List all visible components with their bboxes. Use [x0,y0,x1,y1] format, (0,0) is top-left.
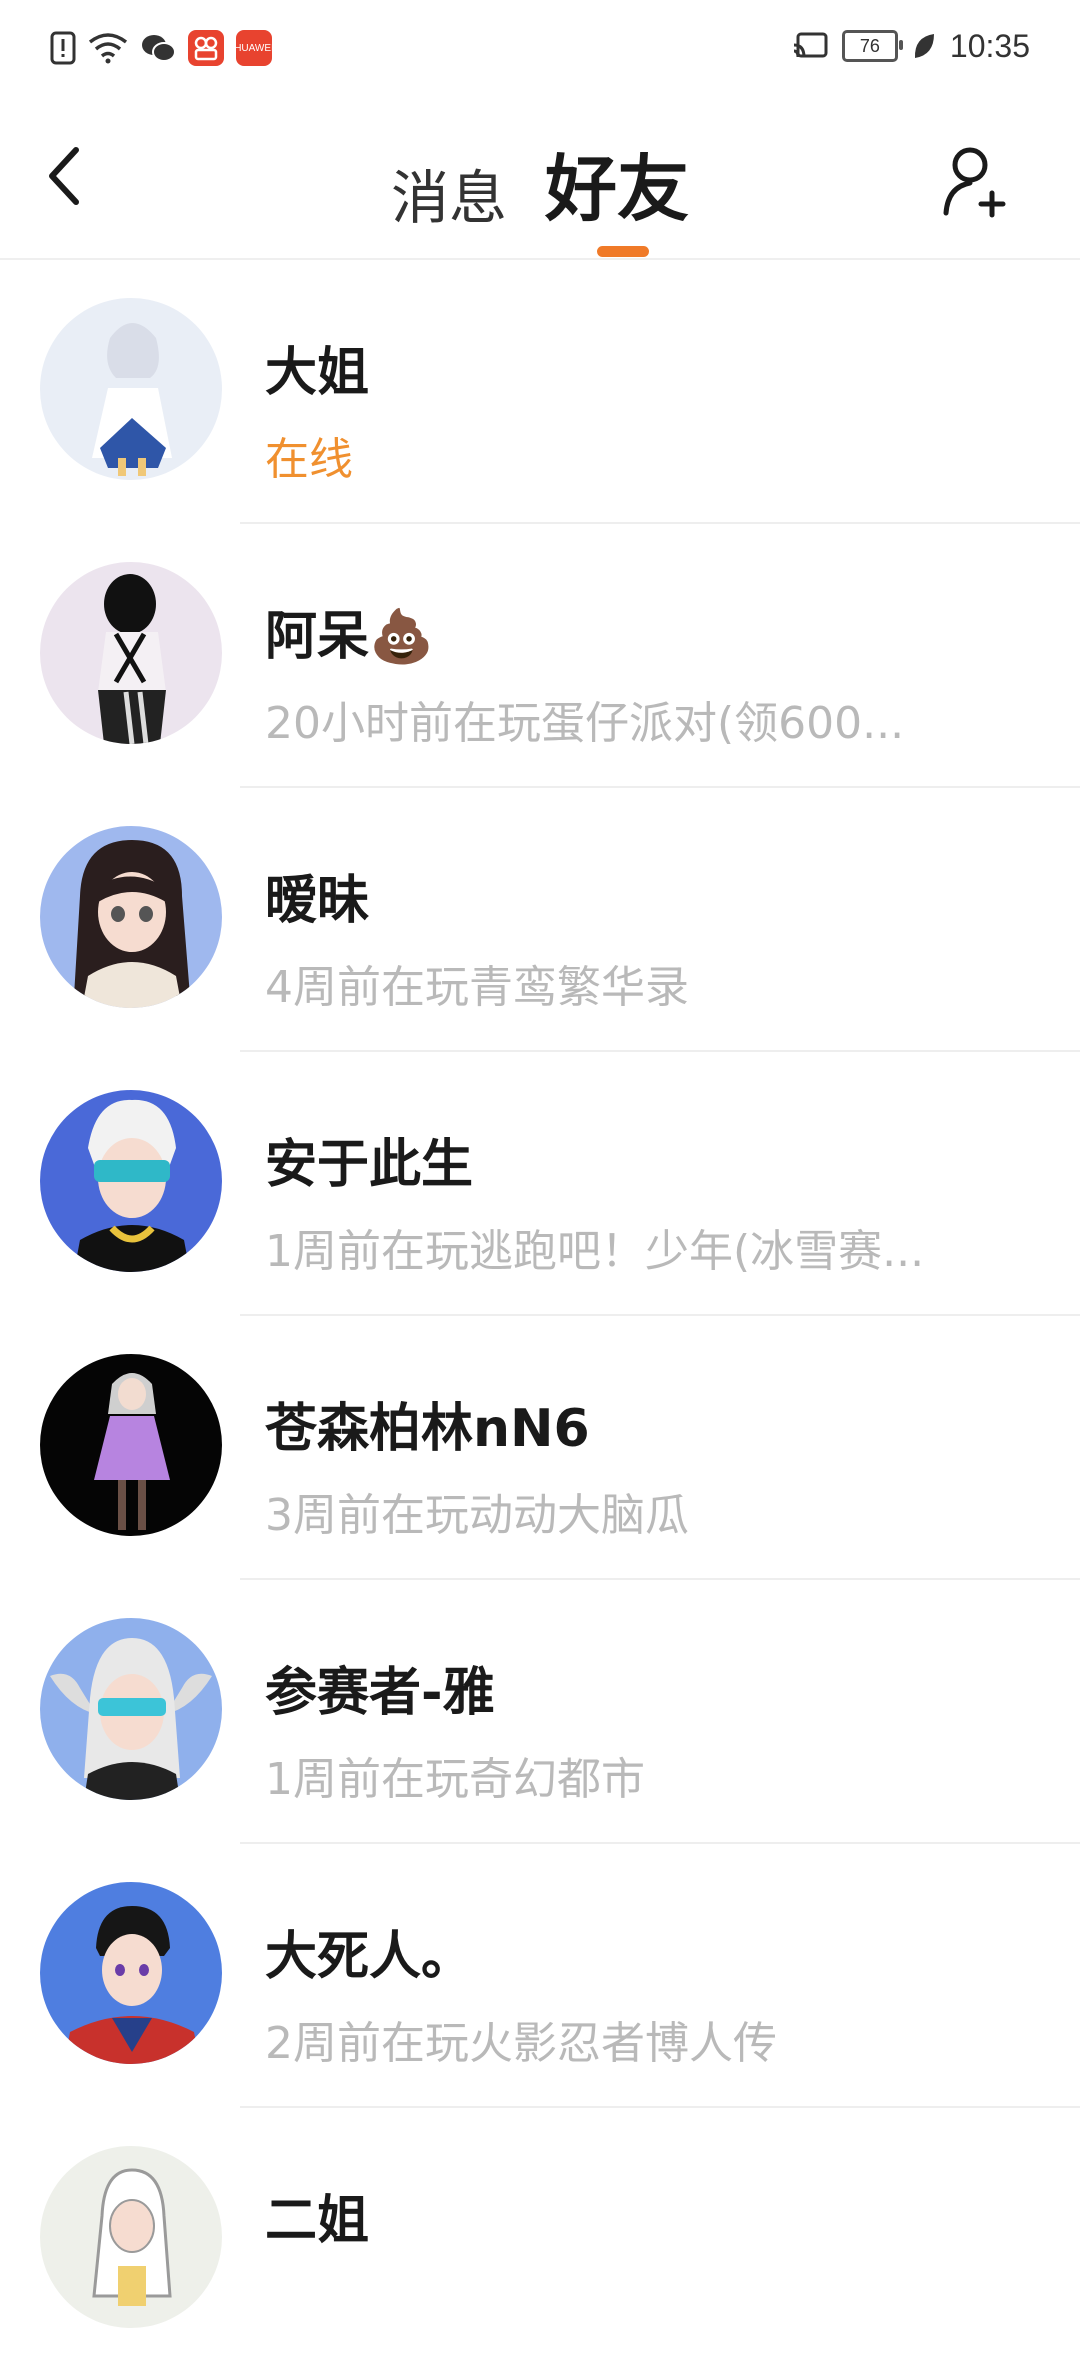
avatar[interactable] [40,2146,222,2328]
battery-icon: 76 [841,30,903,62]
alert-icon [50,28,76,68]
leaf-icon [912,26,936,66]
friend-name: 阿呆💩 [265,607,434,667]
friend-status: 1周前在玩奇幻都市 [265,1754,645,1805]
friend-list-item[interactable]: 暧昧 4周前在玩青鸾繁华录 [0,788,1080,1052]
friend-status: 1周前在玩逃跑吧！少年(冰雪赛... [265,1226,925,1277]
friend-list-item[interactable]: 苍森柏林nN6 3周前在玩动动大脑瓜 [0,1316,1080,1580]
friend-name: 大死人。 [265,1927,474,1987]
top-nav-bar: 消息 好友 [0,96,1080,260]
avatar[interactable] [40,1618,222,1800]
huawei-icon: HUAWEI [234,30,274,66]
app-icon [188,30,224,66]
tab-messages[interactable]: 消息 [387,151,511,235]
friend-list-item[interactable]: 大死人。 2周前在玩火影忍者博人传 [0,1844,1080,2108]
active-tab-indicator [597,246,649,257]
friend-list: 大姐 在线 阿呆💩 20小时前在玩蛋仔派对(领600... 暧昧 4周前在玩青鸾… [0,260,1080,2372]
friend-name: 苍森柏林nN6 [265,1399,590,1459]
avatar[interactable] [40,1090,222,1272]
friend-name: 暧昧 [265,871,370,931]
tab-friends[interactable]: 好友 [541,130,693,235]
avatar[interactable] [40,1882,222,2064]
status-time: 10:35 [949,27,1030,64]
status-bar-right: 76 10:35 [792,26,1030,66]
add-friend-button[interactable] [935,136,1015,226]
avatar[interactable] [40,562,222,744]
friend-list-item[interactable]: 大姐 在线 [0,260,1080,524]
avatar[interactable] [40,826,222,1008]
friend-list-item[interactable]: 参赛者-雅 1周前在玩奇幻都市 [0,1580,1080,1844]
friend-name: 安于此生 [265,1135,474,1195]
wifi-icon [88,28,128,68]
friend-status: 4周前在玩青鸾繁华录 [265,962,689,1013]
avatar[interactable] [40,1354,222,1536]
wechat-icon [140,28,176,68]
friend-status: 20小时前在玩蛋仔派对(领600... [265,698,905,749]
add-user-icon [943,147,1006,218]
friend-status: 3周前在玩动动大脑瓜 [265,1490,689,1541]
friend-status: 在线 [265,434,353,485]
cast-icon [792,26,828,66]
friend-status: 2周前在玩火影忍者博人传 [265,2018,777,2069]
friend-list-item[interactable]: 安于此生 1周前在玩逃跑吧！少年(冰雪赛... [0,1052,1080,1316]
status-bar-left: HUAWEI [50,28,274,68]
friend-name: 参赛者-雅 [265,1663,495,1723]
friend-list-item[interactable]: 阿呆💩 20小时前在玩蛋仔派对(领600... [0,524,1080,788]
friend-name: 二姐 [265,2191,370,2251]
tab-bar: 消息 好友 [0,130,1080,235]
status-bar: HUAWEI 76 10:35 [0,0,1080,96]
avatar[interactable] [40,298,222,480]
friend-list-item[interactable]: 二姐 [0,2108,1080,2372]
friend-name: 大姐 [265,343,370,403]
